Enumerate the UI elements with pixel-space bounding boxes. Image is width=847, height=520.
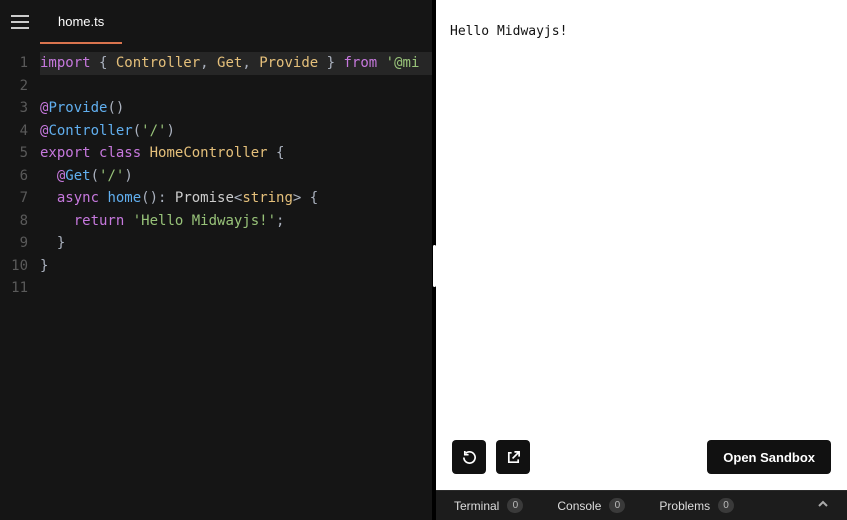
editor-pane: home.ts 1234567891011 import { Controlle… — [0, 0, 432, 520]
tab-terminal-label: Terminal — [454, 499, 499, 513]
reload-icon[interactable] — [452, 440, 486, 474]
open-sandbox-button[interactable]: Open Sandbox — [707, 440, 831, 474]
preview-pane: Hello Midwayjs! Open Sandbox Terminal 0 … — [436, 0, 847, 520]
tab-problems-label: Problems — [659, 499, 710, 513]
tab-console-badge: 0 — [609, 498, 625, 513]
line-gutter: 1234567891011 — [0, 44, 36, 520]
code-editor[interactable]: 1234567891011 import { Controller, Get, … — [0, 44, 432, 520]
bottom-panel-tabs: Terminal 0 Console 0 Problems 0 — [436, 490, 847, 520]
tab-bar: home.ts — [0, 0, 432, 44]
tab-problems[interactable]: Problems 0 — [659, 498, 734, 513]
tab-home-ts[interactable]: home.ts — [40, 0, 122, 44]
chevron-up-icon[interactable] — [817, 498, 829, 513]
menu-icon[interactable] — [0, 0, 40, 44]
code-lines[interactable]: import { Controller, Get, Provide } from… — [36, 44, 432, 520]
tab-console-label: Console — [557, 499, 601, 513]
tab-problems-badge: 0 — [718, 498, 734, 513]
preview-output: Hello Midwayjs! — [436, 0, 847, 490]
open-external-icon[interactable] — [496, 440, 530, 474]
preview-toolbar: Open Sandbox — [436, 440, 847, 486]
tab-console[interactable]: Console 0 — [557, 498, 625, 513]
tab-terminal[interactable]: Terminal 0 — [454, 498, 523, 513]
tab-terminal-badge: 0 — [507, 498, 523, 513]
